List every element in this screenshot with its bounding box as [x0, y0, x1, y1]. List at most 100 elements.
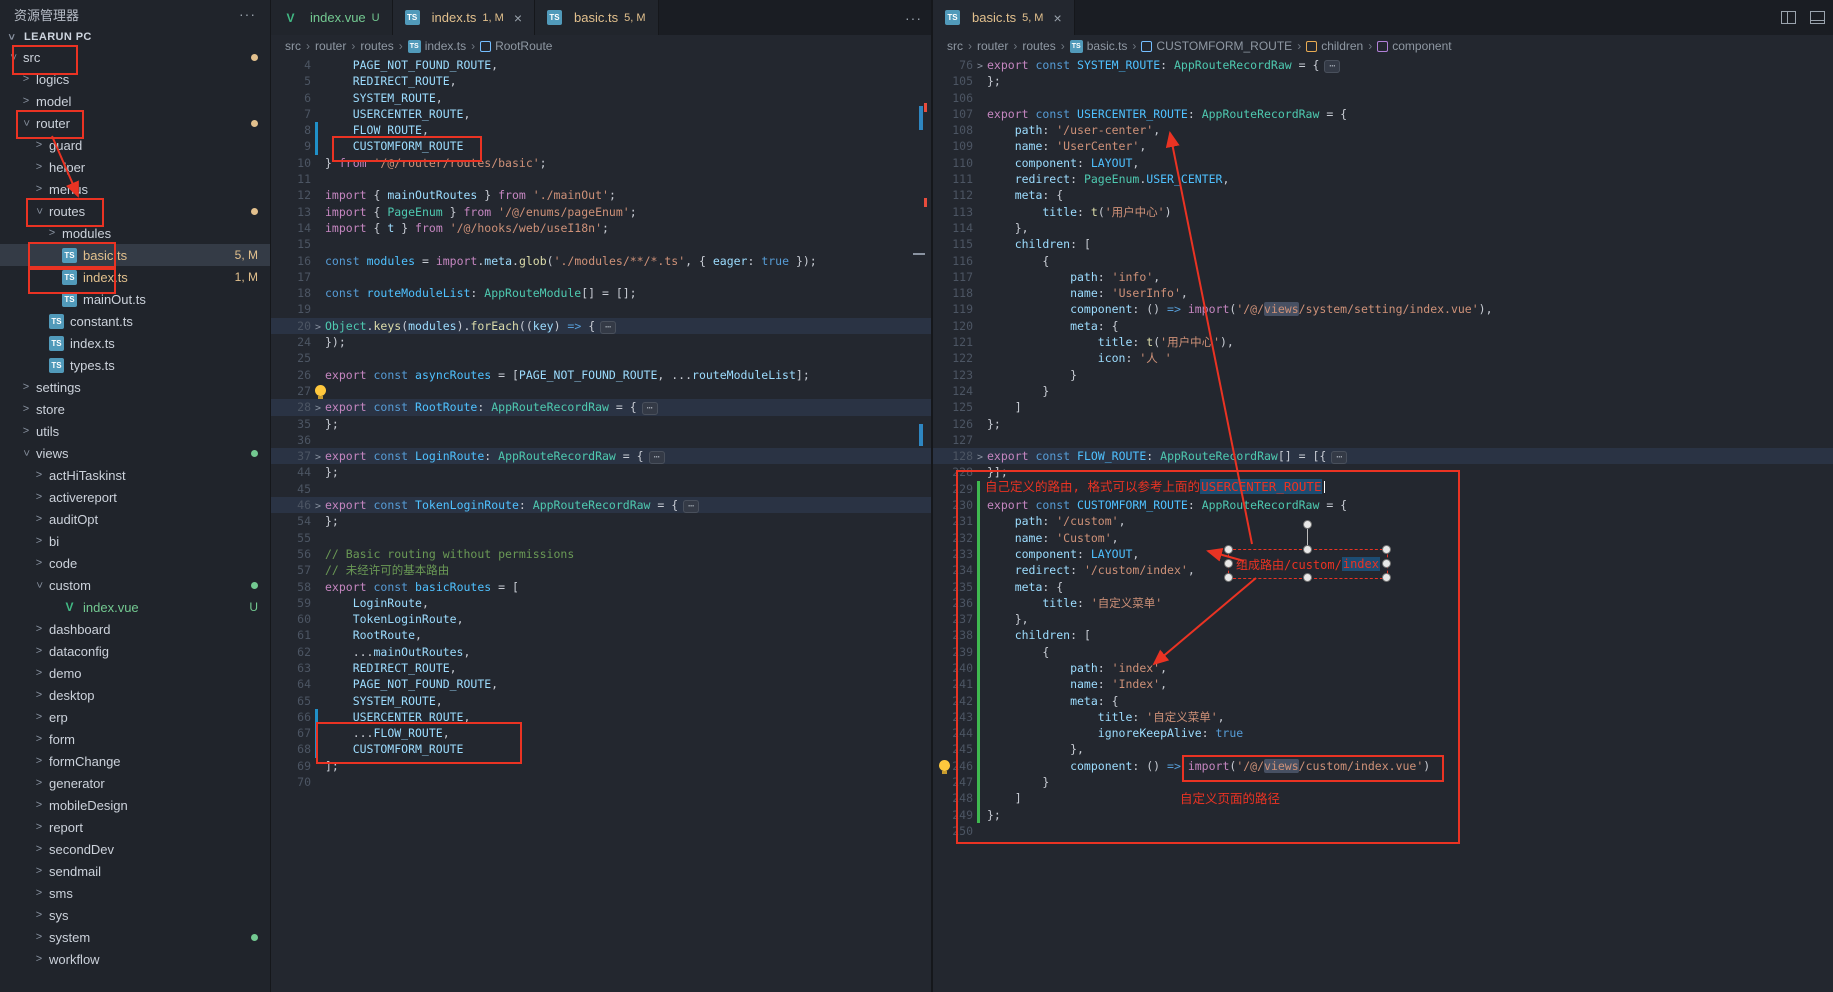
chevron-right-icon: >	[34, 469, 44, 481]
tree-item-demo[interactable]: >demo	[0, 662, 270, 684]
tree-item-generator[interactable]: >generator	[0, 772, 270, 794]
split-editor-icon[interactable]	[1781, 11, 1796, 24]
line-number: 8	[271, 122, 311, 138]
code-line-243: 243 title: '自定义菜单',	[933, 709, 1833, 725]
tree-item-modules[interactable]: >modules	[0, 222, 270, 244]
line-number: 27	[271, 383, 311, 399]
breadcrumb-routes[interactable]: routes	[1022, 39, 1055, 53]
tree-item-desktop[interactable]: >desktop	[0, 684, 270, 706]
tree-item-actHiTaskinst[interactable]: >actHiTaskinst	[0, 464, 270, 486]
project-section-header[interactable]: > LEARUN PC	[0, 28, 270, 46]
tree-item-views[interactable]: >views	[0, 442, 270, 464]
tree-item-custom[interactable]: >custom	[0, 574, 270, 596]
tab-index.vue[interactable]: Vindex.vueU	[271, 0, 393, 35]
code-line-16: 16const modules = import.meta.glob('./mo…	[271, 253, 932, 269]
breadcrumb-routes[interactable]: routes	[360, 39, 393, 53]
tree-item-index.vue[interactable]: Vindex.vueU	[0, 596, 270, 618]
tree-item-workflow[interactable]: >workflow	[0, 948, 270, 970]
tree-item-dashboard[interactable]: >dashboard	[0, 618, 270, 640]
breadcrumb-index.ts[interactable]: TSindex.ts	[408, 39, 466, 53]
tree-item-index.ts[interactable]: TSindex.ts	[0, 332, 270, 354]
tree-item-src[interactable]: >src	[0, 46, 270, 68]
tree-item-auditOpt[interactable]: >auditOpt	[0, 508, 270, 530]
code-line-36: 36	[271, 432, 932, 448]
line-number: 67	[271, 725, 311, 741]
breadcrumb-src[interactable]: src	[947, 39, 963, 53]
tree-item-index.ts[interactable]: TSindex.ts1, M	[0, 266, 270, 288]
tree-item-menus[interactable]: >menus	[0, 178, 270, 200]
lightbulb-icon[interactable]	[939, 760, 950, 771]
tree-item-bi[interactable]: >bi	[0, 530, 270, 552]
code-line-235: 235 meta: {	[933, 579, 1833, 595]
breadcrumb-router[interactable]: router	[977, 39, 1008, 53]
code-line-65: 65 SYSTEM_ROUTE,	[271, 693, 932, 709]
chevron-right-icon: >	[34, 139, 44, 151]
tab-basic.ts[interactable]: TSbasic.ts5, M×	[933, 0, 1075, 35]
tree-item-dataconfig[interactable]: >dataconfig	[0, 640, 270, 662]
tab-index.ts[interactable]: TSindex.ts1, M×	[393, 0, 535, 35]
tree-item-mobileDesign[interactable]: >mobileDesign	[0, 794, 270, 816]
tree-item-router[interactable]: >router	[0, 112, 270, 134]
editor-actions-more-icon[interactable]: ···	[905, 0, 922, 35]
tree-item-report[interactable]: >report	[0, 816, 270, 838]
breadcrumb-src[interactable]: src	[285, 39, 301, 53]
tree-item-types.ts[interactable]: TStypes.ts	[0, 354, 270, 376]
git-gutter-add	[977, 774, 980, 790]
file-label: router	[36, 116, 70, 131]
vue-file-icon: V	[62, 600, 77, 614]
tree-item-store[interactable]: >store	[0, 398, 270, 420]
code-editor-index-ts[interactable]: 4 PAGE_NOT_FOUND_ROUTE,5 REDIRECT_ROUTE,…	[271, 57, 932, 992]
breadcrumb-basic.ts[interactable]: TSbasic.ts	[1070, 39, 1128, 53]
breadcrumb-separator: ›	[968, 39, 972, 53]
tree-item-basic.ts[interactable]: TSbasic.ts5, M	[0, 244, 270, 266]
tree-item-constant.ts[interactable]: TSconstant.ts	[0, 310, 270, 332]
breadcrumb-RootRoute[interactable]: RootRoute	[480, 39, 552, 53]
tab-label: basic.ts	[574, 10, 618, 25]
overview-mark-modified	[919, 424, 923, 446]
tree-item-form[interactable]: >form	[0, 728, 270, 750]
breadcrumb-component[interactable]: component	[1377, 39, 1451, 53]
tree-item-settings[interactable]: >settings	[0, 376, 270, 398]
code-line-12: 12import { mainOutRoutes } from './mainO…	[271, 187, 932, 203]
chevron-right-icon: >	[34, 953, 44, 965]
file-label: modules	[62, 226, 111, 241]
layout-icon[interactable]	[1810, 11, 1825, 24]
breadcrumb-router[interactable]: router	[315, 39, 346, 53]
lightbulb-icon[interactable]	[315, 385, 326, 396]
git-gutter-mod	[315, 725, 318, 741]
file-label: src	[23, 50, 40, 65]
tree-item-activereport[interactable]: >activereport	[0, 486, 270, 508]
tree-item-routes[interactable]: >routes	[0, 200, 270, 222]
tree-item-sendmail[interactable]: >sendmail	[0, 860, 270, 882]
tree-item-logics[interactable]: >logics	[0, 68, 270, 90]
tree-item-utils[interactable]: >utils	[0, 420, 270, 442]
code-line-108: 108 path: '/user-center',	[933, 122, 1833, 138]
code-line-62: 62 ...mainOutRoutes,	[271, 644, 932, 660]
tree-item-system[interactable]: >system	[0, 926, 270, 948]
tree-item-sys[interactable]: >sys	[0, 904, 270, 926]
chevron-down-icon: >	[5, 32, 17, 42]
code-line-233: 233 component: LAYOUT,	[933, 546, 1833, 562]
file-label: mainOut.ts	[83, 292, 146, 307]
change-dot	[251, 208, 258, 215]
breadcrumb-CUSTOMFORM_ROUTE[interactable]: CUSTOMFORM_ROUTE	[1141, 39, 1292, 53]
tree-item-erp[interactable]: >erp	[0, 706, 270, 728]
line-number: 55	[271, 530, 311, 546]
file-label: dashboard	[49, 622, 110, 637]
tree-item-guard[interactable]: >guard	[0, 134, 270, 156]
code-editor-basic-ts[interactable]: 76>export const SYSTEM_ROUTE: AppRouteRe…	[933, 57, 1833, 992]
explorer-more-icon[interactable]: ···	[239, 6, 256, 22]
tree-item-model[interactable]: >model	[0, 90, 270, 112]
breadcrumb-children[interactable]: children	[1306, 39, 1363, 53]
close-icon[interactable]: ×	[1053, 10, 1061, 26]
tree-item-mainOut.ts[interactable]: TSmainOut.ts	[0, 288, 270, 310]
tree-item-sms[interactable]: >sms	[0, 882, 270, 904]
tree-item-secondDev[interactable]: >secondDev	[0, 838, 270, 860]
close-icon[interactable]: ×	[514, 10, 522, 26]
tab-basic.ts[interactable]: TSbasic.ts5, M	[535, 0, 658, 35]
file-label: helper	[49, 160, 85, 175]
tree-item-code[interactable]: >code	[0, 552, 270, 574]
git-status-badge: 5, M	[235, 248, 258, 262]
tree-item-formChange[interactable]: >formChange	[0, 750, 270, 772]
tree-item-helper[interactable]: >helper	[0, 156, 270, 178]
